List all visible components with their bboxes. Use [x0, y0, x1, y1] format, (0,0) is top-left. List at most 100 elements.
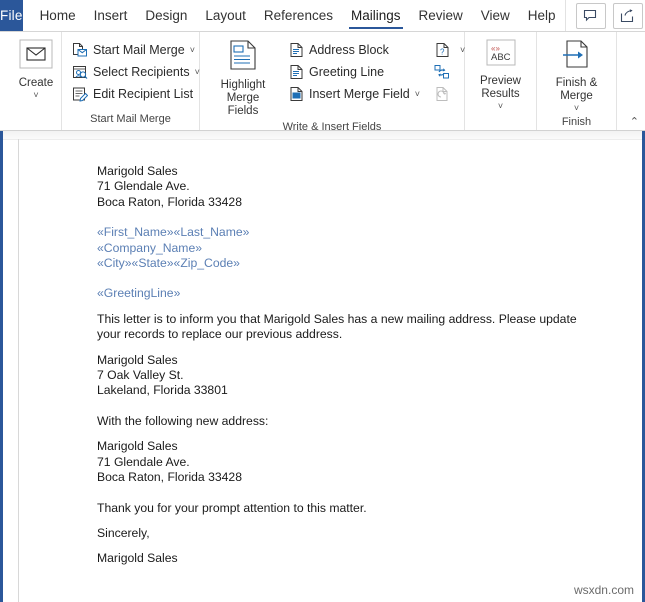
- svg-text:ABC: ABC: [491, 52, 511, 63]
- tab-insert[interactable]: Insert: [85, 0, 137, 31]
- highlight-merge-fields-button[interactable]: Highlight Merge Fields: [206, 37, 280, 120]
- ribbon-group-finish: Finish & Merge ˅ Finish: [537, 32, 617, 130]
- merge-field-line: «City»«State»«Zip_Code»: [97, 256, 240, 271]
- finish-merge-button[interactable]: Finish & Merge ˅: [547, 37, 607, 115]
- create-dropdown-caret[interactable]: ˅: [33, 91, 38, 100]
- share-icon: [621, 8, 634, 22]
- text-line: Marigold Sales: [97, 164, 178, 178]
- tab-mailings[interactable]: Mailings: [342, 0, 410, 31]
- tab-design[interactable]: Design: [136, 0, 196, 31]
- tab-label: Help: [527, 8, 556, 23]
- document-page[interactable]: Marigold Sales 71 Glendale Ave. Boca Raton…: [21, 140, 642, 602]
- tab-references[interactable]: References: [255, 0, 342, 31]
- text-line: Boca Raton, Florida 33428: [97, 470, 242, 485]
- document-left-margin-line: [18, 139, 19, 602]
- select-recipients-label: Select Recipients: [93, 65, 190, 79]
- document-area[interactable]: Marigold Sales 71 Glendale Ave. Boca Raton…: [0, 131, 645, 602]
- text-block: Marigold Sales: [97, 551, 620, 566]
- merge-field-line: «First_Name»«Last_Name»: [97, 225, 250, 240]
- document-content[interactable]: Marigold Sales 71 Glendale Ave. Boca Raton…: [21, 140, 642, 567]
- text-block: Marigold Sales 7 Oak Valley St. Lakeland, …: [97, 353, 620, 399]
- ribbon-group-create-label: [0, 112, 61, 130]
- tab-label: Design: [145, 8, 188, 23]
- highlight-merge-fields-label: Highlight Merge Fields: [220, 79, 266, 117]
- match-fields-icon: [433, 63, 451, 81]
- merge-field-block: «First_Name»«Last_Name» «Company_Name» «Ci…: [97, 225, 620, 271]
- rules-icon: ?: [433, 41, 451, 59]
- ribbon-group-write-insert-fields: Highlight Merge Fields Address Block Gre…: [200, 32, 467, 133]
- tab-help[interactable]: Help: [519, 0, 565, 31]
- merge-field-line: «Company_Name»: [97, 240, 203, 255]
- insert-merge-field-label: Insert Merge Field: [309, 87, 410, 101]
- match-fields-button[interactable]: [431, 61, 467, 83]
- text-block: With the following new address:: [97, 414, 620, 429]
- tab-file[interactable]: File: [0, 0, 23, 31]
- ribbon-group-start-mail-merge-label: Start Mail Merge: [90, 113, 171, 125]
- text-line: Boca Raton, Florida 33428: [97, 194, 242, 209]
- document-top-band: [3, 131, 642, 140]
- edit-recipient-list-button[interactable]: Edit Recipient List: [68, 83, 203, 105]
- greeting-line-button[interactable]: Greeting Line: [284, 61, 423, 83]
- start-mail-merge-button[interactable]: Start Mail Merge ˅: [68, 39, 203, 61]
- share-button[interactable]: [612, 2, 643, 29]
- svg-text:?: ?: [440, 48, 445, 57]
- text-line: This letter is to inform you that Marigo…: [97, 311, 577, 342]
- text-block: Marigold Sales 71 Glendale Ave. Boca Raton…: [97, 439, 620, 485]
- greeting-line-icon: [287, 63, 305, 81]
- edit-recipient-list-label: Edit Recipient List: [93, 87, 194, 101]
- create-button-label: Create: [18, 77, 54, 89]
- highlight-merge-fields-icon: [228, 39, 258, 76]
- insert-merge-field-icon: [287, 85, 305, 103]
- address-block-icon: [287, 41, 305, 59]
- start-mail-merge-label: Start Mail Merge: [93, 43, 185, 57]
- text-line: With the following new address:: [97, 413, 269, 428]
- ribbon-tabs: Home Insert Design Layout References Mailings…: [23, 0, 565, 31]
- update-labels-button: [431, 83, 467, 105]
- edit-recipient-list-icon: [71, 85, 89, 103]
- finish-merge-caret[interactable]: ˅: [574, 104, 579, 113]
- text-line: 7 Oak Valley St.: [97, 368, 184, 383]
- text-block: Sincerely,: [97, 526, 620, 541]
- finish-merge-label: Finish & Merge: [555, 77, 598, 102]
- rules-button[interactable]: ? ˅: [431, 39, 467, 61]
- select-recipients-button[interactable]: Select Recipients ˅: [68, 61, 203, 83]
- tab-view[interactable]: View: [472, 0, 519, 31]
- preview-results-caret[interactable]: ˅: [498, 102, 503, 111]
- tab-home[interactable]: Home: [31, 0, 85, 31]
- tab-label: References: [263, 8, 333, 23]
- envelope-icon: [19, 39, 53, 74]
- text-block: This letter is to inform you that Marigo…: [97, 312, 620, 343]
- merge-field-line: «GreetingLine»: [97, 286, 181, 301]
- tab-label: View: [480, 8, 510, 23]
- insert-merge-field-caret[interactable]: ˅: [415, 89, 420, 99]
- address-block-button[interactable]: Address Block: [284, 39, 423, 61]
- text-line: Marigold Sales: [97, 551, 178, 566]
- ribbon-group-start-mail-merge: Start Mail Merge ˅ Select Recipients ˅ E…: [62, 32, 200, 130]
- insert-merge-field-button[interactable]: Insert Merge Field ˅: [284, 83, 423, 105]
- text-line: Thank you for your prompt attention to t…: [97, 500, 367, 515]
- watermark: wsxdn.com: [573, 583, 634, 597]
- tab-review[interactable]: Review: [410, 0, 472, 31]
- create-button[interactable]: Create ˅: [6, 37, 66, 102]
- comments-button[interactable]: [575, 2, 606, 29]
- text-line: Lakeland, Florida 33801: [97, 383, 228, 398]
- comment-icon: [584, 9, 597, 22]
- tab-label: Mailings: [350, 8, 401, 23]
- text-line: 71 Glendale Ave.: [97, 179, 190, 194]
- ribbon-group-create: Create ˅: [0, 32, 62, 130]
- tab-layout[interactable]: Layout: [196, 0, 255, 31]
- ribbon: Create ˅ Start Mail Merge ˅ Select Recip…: [0, 32, 645, 133]
- start-mail-merge-caret[interactable]: ˅: [190, 45, 195, 55]
- merge-field-block: «GreetingLine»: [97, 286, 620, 301]
- preview-results-button[interactable]: «» ABC Preview Results ˅: [471, 37, 531, 113]
- text-line: 71 Glendale Ave.: [97, 454, 190, 469]
- collapse-ribbon-button[interactable]: ⌃: [630, 115, 639, 128]
- preview-results-label: Preview Results: [480, 75, 521, 100]
